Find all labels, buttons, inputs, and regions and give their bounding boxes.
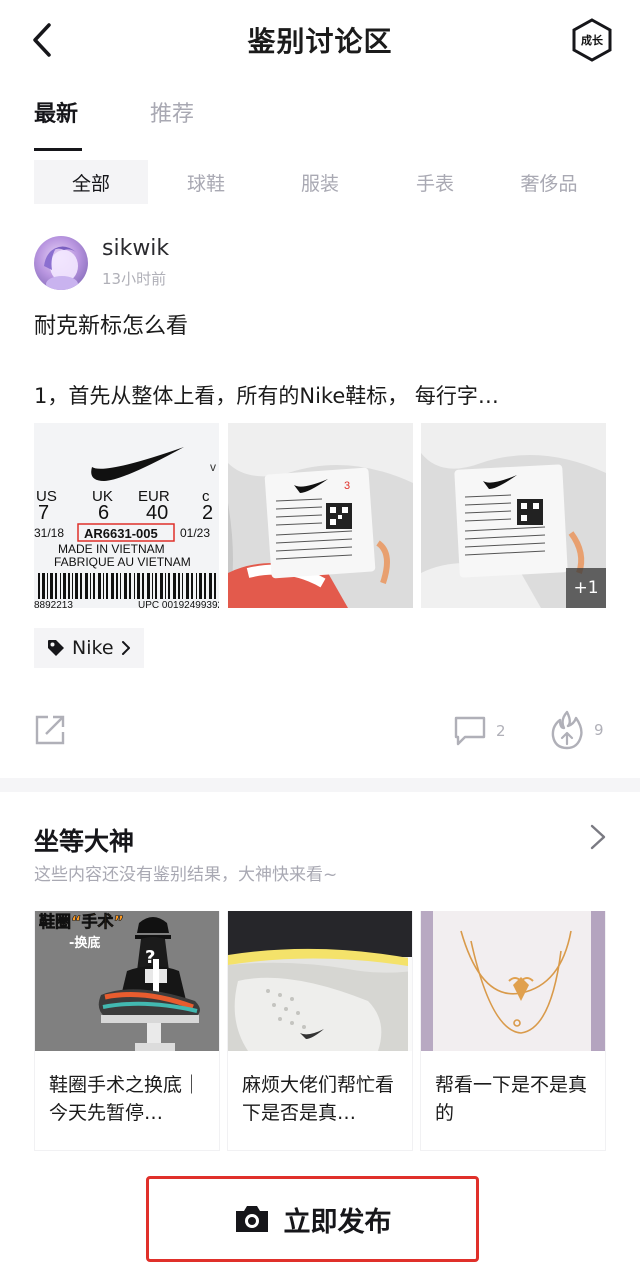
- card-image: 鞋圈“手术” -换底 ?: [35, 911, 219, 1051]
- card-image: [228, 911, 412, 1051]
- label-size-val-uk: 6: [98, 502, 109, 524]
- label-fabrique: FABRIQUE AU VIETNAM: [54, 555, 191, 569]
- chevron-right-icon: [590, 824, 606, 850]
- more-images-count[interactable]: +1: [566, 568, 606, 608]
- pending-post-card[interactable]: 鞋圈“手术” -换底 ? 鞋圈手术之换底｜今天先暂停…: [34, 911, 220, 1151]
- share-button[interactable]: [34, 714, 66, 746]
- svg-text:v: v: [210, 460, 216, 474]
- post-image-2[interactable]: 3: [228, 423, 413, 608]
- growth-label: 成长: [581, 34, 603, 47]
- flame-icon: [551, 710, 583, 750]
- section-more-button[interactable]: [584, 822, 612, 852]
- label-right-date: 01/23: [180, 526, 210, 540]
- category-filter: 全部 球鞋 服装 手表 奢侈品: [0, 160, 640, 206]
- shoe-tongue-label-photo: 3: [228, 423, 413, 608]
- avatar[interactable]: [34, 236, 88, 290]
- nike-label-photo: v US UK EUR c 7 6 40 2 31/18 AR6631-005 …: [34, 423, 219, 608]
- publish-label: 立即发布: [283, 1206, 392, 1238]
- label-barcode-number: 8892213: [34, 600, 73, 608]
- cover-caption-2: -换底: [69, 935, 100, 951]
- post-time: 13小时前: [102, 270, 167, 288]
- brand-tag[interactable]: Nike: [34, 628, 144, 668]
- growth-button[interactable]: 成长: [570, 18, 614, 62]
- camera-icon: [235, 1206, 268, 1232]
- comment-icon: [454, 716, 486, 746]
- tab-recommended[interactable]: 推荐: [150, 96, 194, 128]
- like-button[interactable]: 9: [550, 710, 604, 750]
- comment-button[interactable]: 2: [454, 716, 506, 746]
- shoe-surgery-cover: 鞋圈“手术” -换底 ?: [35, 911, 219, 1051]
- label-size-val-c: 2: [202, 502, 213, 524]
- card-title: 麻烦大佬们帮忙看下是否是真…: [242, 1074, 395, 1124]
- category-luxury[interactable]: 奢侈品: [492, 160, 606, 204]
- card-title: 帮看一下是不是真的: [435, 1074, 588, 1124]
- tag-icon: [48, 640, 64, 656]
- share-icon: [35, 715, 65, 745]
- primary-tabs: 最新 推荐: [0, 96, 640, 156]
- pending-post-card[interactable]: 麻烦大佬们帮忙看下是否是真…: [227, 911, 413, 1151]
- label-size-val-eur: 40: [146, 502, 168, 524]
- avatar-art: [44, 246, 78, 290]
- category-watches[interactable]: 手表: [378, 160, 492, 204]
- page-title: 鉴别讨论区: [247, 25, 393, 58]
- label-stamp-number: 3: [344, 480, 350, 492]
- post-image-1[interactable]: v US UK EUR c 7 6 40 2 31/18 AR6631-005 …: [34, 423, 219, 608]
- category-sneakers[interactable]: 球鞋: [149, 160, 263, 204]
- label-upc: UPC 00192499392: [138, 600, 219, 608]
- necklace-photo: [421, 911, 605, 1051]
- post-title[interactable]: 耐克新标怎么看: [34, 308, 188, 340]
- section-title: 坐等大神: [34, 827, 135, 856]
- publish-button[interactable]: 立即发布: [146, 1176, 479, 1262]
- username[interactable]: sikwik: [102, 236, 169, 261]
- pending-post-card[interactable]: 帮看一下是不是真的: [420, 911, 606, 1151]
- like-count: 9: [594, 721, 604, 739]
- card-image: [421, 911, 605, 1051]
- label-style-code: AR6631-005: [84, 526, 158, 541]
- post-body[interactable]: 1，首先从整体上看，所有的Nike鞋标， 每行字…: [34, 380, 606, 410]
- section-subtitle: 这些内容还没有鉴别结果，大神快来看~: [34, 865, 338, 885]
- tab-latest[interactable]: 最新: [34, 96, 78, 128]
- shoe-insole-photo: [228, 911, 412, 1051]
- category-apparel[interactable]: 服装: [263, 160, 377, 204]
- cover-caption-1: 鞋圈“手术”: [39, 912, 124, 931]
- post-image-3[interactable]: +1: [421, 423, 606, 608]
- brand-tag-label: Nike: [72, 637, 114, 659]
- chevron-right-icon: [121, 641, 130, 655]
- category-all[interactable]: 全部: [34, 160, 148, 204]
- active-tab-indicator: [34, 148, 82, 151]
- comment-count: 2: [496, 722, 506, 740]
- label-made-in: MADE IN VIETNAM: [58, 542, 165, 556]
- top-bar: 鉴别讨论区 成长: [0, 0, 640, 80]
- section-divider: [0, 778, 640, 792]
- label-left-date: 31/18: [34, 526, 64, 540]
- card-title: 鞋圈手术之换底｜今天先暂停…: [49, 1074, 202, 1124]
- label-size-val-us: 7: [38, 502, 49, 524]
